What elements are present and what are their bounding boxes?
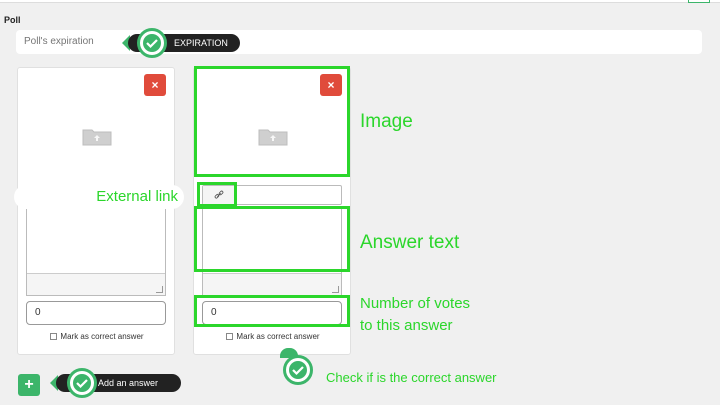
- check-icon: [137, 28, 167, 58]
- check-icon: [283, 355, 313, 385]
- mark-correct-label: Mark as correct answer: [236, 332, 320, 341]
- text-toolbar: [27, 273, 165, 295]
- text-toolbar: [203, 273, 341, 295]
- link-highlight: [197, 182, 237, 207]
- image-highlight: [194, 66, 350, 177]
- remove-answer-button[interactable]: ×: [144, 74, 166, 96]
- annotation-image: Image: [360, 111, 413, 132]
- correct-checkbox[interactable]: [226, 333, 234, 340]
- resize-handle[interactable]: [156, 286, 163, 293]
- add-answer-button[interactable]: +: [18, 374, 40, 396]
- top-right-button-edge[interactable]: [688, 0, 710, 3]
- answer-text-area[interactable]: [26, 206, 166, 296]
- mark-correct-label: Mark as correct answer: [60, 332, 144, 341]
- poll-expiration-input[interactable]: [16, 30, 702, 54]
- correct-checkbox[interactable]: [50, 333, 58, 340]
- folder-upload-icon[interactable]: [82, 126, 112, 146]
- votes-highlight: [194, 295, 350, 327]
- annotation-external-link: External link: [14, 185, 184, 209]
- annotation-votes-line1: Number of votes: [360, 295, 471, 312]
- resize-handle[interactable]: [332, 286, 339, 293]
- answer-text-highlight: [194, 206, 350, 272]
- check-icon: [67, 368, 97, 398]
- mark-correct-row[interactable]: Mark as correct answer: [18, 332, 176, 341]
- answer-card-1: × 0 Mark as correct answer: [17, 67, 175, 355]
- annotation-votes-line2: to this answer: [360, 317, 453, 334]
- section-label-poll: Poll: [4, 15, 21, 25]
- mark-correct-row[interactable]: Mark as correct answer: [194, 332, 352, 341]
- votes-input[interactable]: 0: [26, 301, 166, 325]
- annotation-correct: Check if is the correct answer: [326, 370, 497, 385]
- annotation-votes: Number of votes to this answer: [360, 293, 470, 337]
- annotation-answer-text: Answer text: [360, 232, 460, 253]
- top-strip: [0, 0, 720, 3]
